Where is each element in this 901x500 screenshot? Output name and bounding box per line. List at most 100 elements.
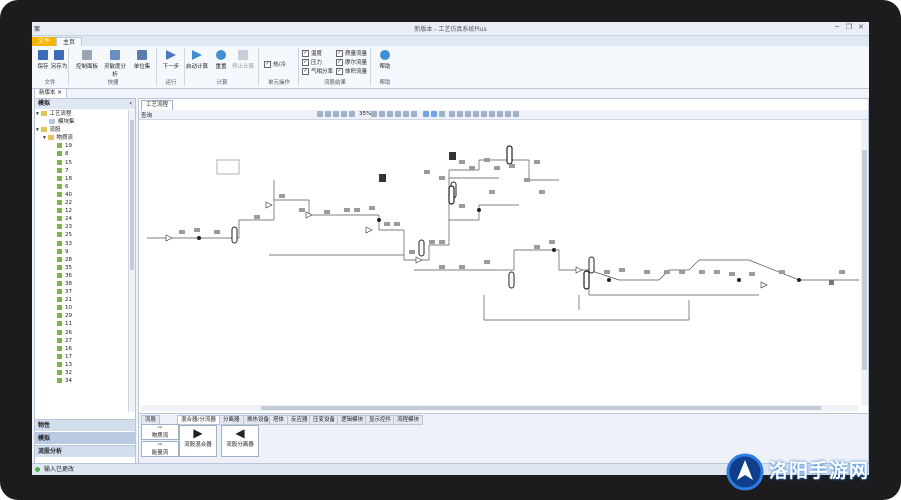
column-vessel[interactable] (418, 239, 425, 257)
scroll-thumb[interactable] (261, 406, 821, 410)
toolbar-tool-icon[interactable] (497, 111, 503, 117)
tree-stream-item[interactable]: 6 (35, 183, 127, 191)
restore-button[interactable]: ❐ (843, 23, 855, 33)
pump-node[interactable] (737, 278, 741, 282)
section-properties[interactable]: 物性 (35, 419, 135, 431)
mass-flow-checkbox[interactable]: ✓ 质量流量 (336, 49, 367, 57)
stream-line[interactable] (748, 259, 800, 281)
section-stream-analysis[interactable]: 流股分析 (35, 445, 135, 457)
valve-node[interactable] (165, 234, 173, 242)
stream-line[interactable] (688, 259, 700, 271)
stream-tag[interactable] (179, 230, 185, 234)
toolbar-tool-icon[interactable] (513, 111, 519, 117)
temperature-checkbox[interactable]: ✓ 温度 (302, 49, 322, 57)
tree-stream-item[interactable]: 28 (35, 256, 127, 264)
tree-stream-item[interactable]: 19 (35, 142, 127, 150)
stream-tag[interactable] (369, 206, 375, 210)
info-box[interactable] (216, 159, 240, 175)
stream-tag[interactable] (489, 190, 495, 194)
stream-tag[interactable] (484, 260, 490, 264)
tree-stream-item[interactable]: 13 (35, 361, 127, 369)
energy-stream-item[interactable]: ⇨ 能量流 (141, 441, 179, 457)
stream-tag[interactable] (394, 222, 400, 226)
reset-button[interactable]: 重置 (210, 50, 232, 70)
stream-tag[interactable] (484, 158, 490, 162)
valve-node[interactable] (415, 256, 423, 264)
tree-stream-item[interactable]: 12 (35, 207, 127, 215)
stream-tag[interactable] (619, 268, 625, 272)
stream-tag[interactable] (459, 265, 465, 269)
column-vessel[interactable] (508, 271, 515, 289)
tree-stream-item[interactable]: 38 (35, 280, 127, 288)
tree-stream-item[interactable]: 40 (35, 191, 127, 199)
stream-tag[interactable] (509, 164, 515, 168)
tree-stream-item[interactable]: 35 (35, 264, 127, 272)
tree-stream-item[interactable]: 27 (35, 337, 127, 345)
query-label[interactable]: 查询 (141, 111, 152, 119)
save-as-button[interactable]: 另存为 (48, 50, 70, 70)
tab-file[interactable]: 文件 (32, 37, 57, 46)
stream-tag[interactable] (459, 160, 465, 164)
stream-tag[interactable] (214, 230, 220, 234)
tree-stream-item[interactable]: 21 (35, 296, 127, 304)
stream-tag[interactable] (459, 204, 465, 208)
palette-tab-flow-module[interactable]: 流程模块 (393, 415, 424, 425)
hot-cold-checkbox[interactable]: ✓ 热/冷 (264, 60, 286, 68)
control-panel-button[interactable]: 控制面板 (74, 50, 100, 70)
stream-tag[interactable] (424, 170, 430, 174)
stream-tag[interactable] (729, 272, 735, 276)
valve-node[interactable] (365, 226, 373, 234)
tree-stream-item[interactable]: 23 (35, 223, 127, 231)
material-stream-item[interactable]: ⇨ 物质流 (141, 424, 179, 440)
stream-tag[interactable] (749, 272, 755, 276)
toolbar-tool-icon[interactable] (371, 111, 377, 117)
tree-scrollbar[interactable] (128, 110, 135, 412)
stream-tag[interactable] (534, 160, 540, 164)
tree-stream-item[interactable]: 16 (35, 345, 127, 353)
toolbar-tool-icon[interactable] (411, 111, 417, 117)
column-vessel[interactable] (588, 256, 595, 274)
pump-node[interactable] (377, 218, 381, 222)
stream-tag[interactable] (524, 178, 530, 182)
unit-set-button[interactable]: 单位集 (130, 50, 154, 70)
pump-node[interactable] (607, 278, 611, 282)
separator-vessel[interactable] (448, 185, 455, 205)
stream-tag[interactable] (644, 270, 650, 274)
tree-stream-item[interactable]: 11 (35, 320, 127, 328)
scroll-thumb[interactable] (862, 150, 867, 370)
toolbar-tool-icon[interactable] (465, 111, 471, 117)
palette-tab-reactor[interactable]: 反应器 (287, 415, 312, 425)
toolbar-tool-icon[interactable] (325, 111, 331, 117)
stream-tag[interactable] (439, 176, 445, 180)
stream-tag[interactable] (679, 270, 685, 274)
stream-tag[interactable] (714, 270, 720, 274)
stream-tag[interactable] (409, 250, 415, 254)
toolbar-tool-icon[interactable] (379, 111, 385, 117)
toolbar-tool-icon[interactable] (423, 111, 429, 117)
stream-tag[interactable] (254, 215, 260, 219)
palette-tab-pressure[interactable]: 压变设备 (309, 415, 340, 425)
stream-tag[interactable] (549, 240, 555, 244)
valve-node[interactable] (760, 281, 768, 289)
heater-block[interactable] (379, 174, 386, 182)
tree-stream-item[interactable]: 17 (35, 353, 127, 361)
pressure-checkbox[interactable]: ✓ 压力 (302, 58, 322, 66)
tree-stream-item[interactable]: 8 (35, 150, 127, 158)
collapse-icon[interactable]: ‹ (130, 99, 132, 109)
tree-stream-item[interactable]: 15 (35, 159, 127, 167)
zoom-level[interactable]: 35% (359, 111, 371, 117)
stream-tag[interactable] (299, 208, 305, 212)
minimize-button[interactable]: ─ (831, 23, 843, 33)
toolbar-tool-icon[interactable] (473, 111, 479, 117)
tree-stream-item[interactable]: 37 (35, 288, 127, 296)
stream-tag[interactable] (439, 265, 445, 269)
palette-tab-column[interactable]: 塔体 (269, 415, 289, 425)
stream-mixer-item[interactable]: ▶ 流股混合器 (179, 425, 217, 457)
tree-stream-item[interactable]: 33 (35, 240, 127, 248)
stream-tag[interactable] (604, 270, 610, 274)
vapor-fraction-checkbox[interactable]: ✓ 气相分率 (302, 67, 333, 75)
tree-stream-item[interactable]: 32 (35, 369, 127, 377)
stream-tag[interactable] (839, 270, 845, 274)
stream-tag[interactable] (779, 270, 785, 274)
stream-tag[interactable] (384, 222, 390, 226)
